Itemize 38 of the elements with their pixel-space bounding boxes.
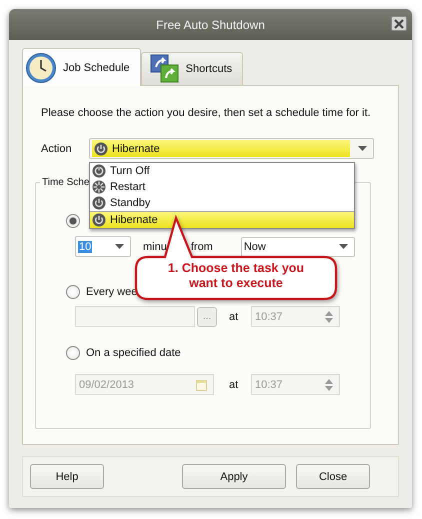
close-button[interactable] [391, 16, 407, 31]
instruction-text: Please choose the action you desire, then set a schedule time for it. [41, 107, 372, 119]
dropdown-value: Hibernate [112, 142, 160, 154]
spinner-icon [325, 310, 333, 322]
gear-icon [92, 180, 106, 194]
at-label: at [229, 310, 240, 322]
list-item[interactable]: Restart [90, 179, 354, 195]
list-item[interactable]: Hibernate [90, 211, 354, 228]
dialog-button[interactable]: Apply [182, 464, 286, 489]
dropdown-arrow-icon [115, 244, 124, 249]
close-icon [394, 18, 404, 28]
action-dropdown[interactable]: Hibernate [89, 138, 374, 159]
shortcut-icon [150, 54, 180, 84]
unit-label: minu [143, 240, 167, 252]
spinner-icon [325, 378, 333, 390]
action-label: Action [41, 142, 73, 154]
list-item[interactable]: Standby [90, 195, 354, 211]
at-label: at [229, 378, 240, 390]
tab[interactable]: Shortcuts [140, 52, 244, 85]
power-icon [92, 213, 106, 227]
clock-icon [25, 52, 57, 84]
tab[interactable]: Job Schedule [22, 48, 141, 86]
dropdown-arrow-icon [338, 244, 348, 249]
group-title: Time Sche [41, 177, 90, 188]
dropdown-arrow-icon [358, 146, 367, 151]
power-icon [94, 142, 108, 156]
callout-text: 1. Choose the task you want to execute [166, 261, 306, 291]
list-item[interactable]: Turn Off [90, 163, 354, 179]
dialog-button[interactable]: Help [30, 464, 104, 489]
from-label: from [190, 240, 213, 252]
dialog-button[interactable]: Close [296, 464, 370, 489]
from-dropdown[interactable]: Now [240, 236, 355, 256]
option-label: On a specified date [86, 347, 181, 359]
calendar-icon [196, 378, 207, 390]
power-icon [92, 164, 106, 178]
window-title: Free Auto Shutdown [156, 18, 265, 32]
radio-button[interactable] [66, 214, 80, 228]
power-icon [92, 196, 106, 210]
